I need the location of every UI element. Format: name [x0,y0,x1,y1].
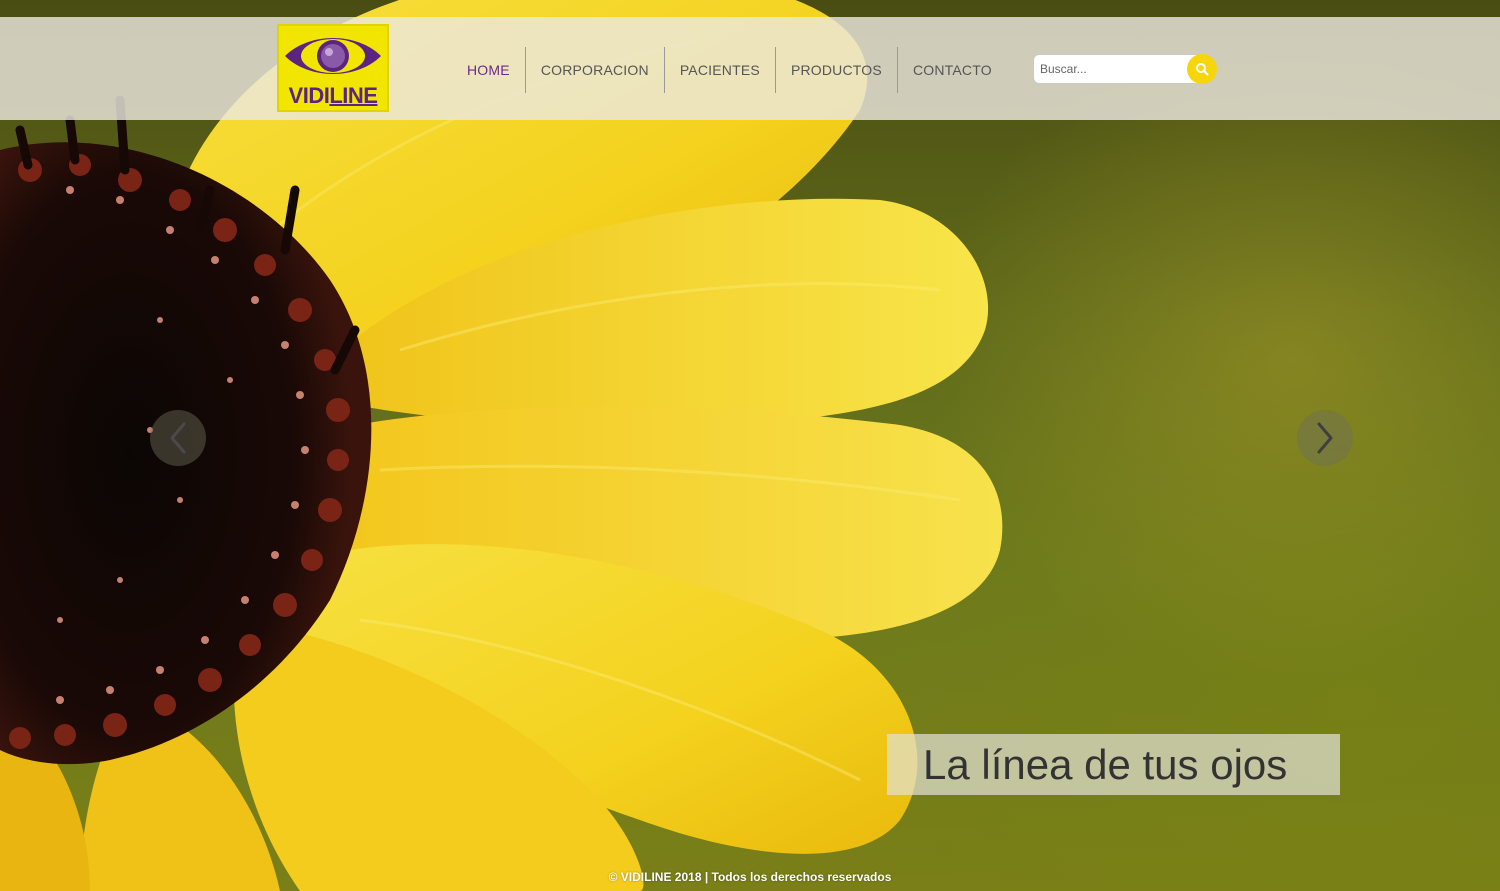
nav-item-productos[interactable]: PRODUCTOS [774,47,897,93]
slide-caption: La línea de tus ojos [887,734,1340,795]
nav-item-corporacion[interactable]: CORPORACION [524,47,664,93]
nav-item-pacientes[interactable]: PACIENTES [663,47,775,93]
chevron-left-icon [170,422,186,454]
search-box [1033,54,1217,84]
footer-copyright: © VIDILINE 2018 | Todos los derechos res… [608,870,892,884]
logo-wordmark: VIDILINE [279,83,387,109]
main-nav: HOME CORPORACION PACIENTES PRODUCTOS CON… [452,47,1007,93]
nav-item-contacto[interactable]: CONTACTO [896,47,1007,93]
chevron-right-icon [1317,422,1333,454]
nav-item-home[interactable]: HOME [452,47,525,93]
slider-next-button[interactable] [1297,410,1353,466]
logo-text-line: LINE [329,83,378,108]
search-button[interactable] [1187,54,1217,84]
slider-prev-button[interactable] [150,410,206,466]
vidiline-logo[interactable]: VIDILINE [277,24,389,112]
eye-logo-icon [285,38,381,74]
search-icon [1196,63,1209,76]
site-header: VIDILINE HOME CORPORACION PACIENTES PROD… [0,17,1500,120]
page: VIDILINE HOME CORPORACION PACIENTES PROD… [0,0,1500,891]
logo-text-vidi: VIDI [288,83,330,108]
search-input[interactable] [1033,54,1203,84]
